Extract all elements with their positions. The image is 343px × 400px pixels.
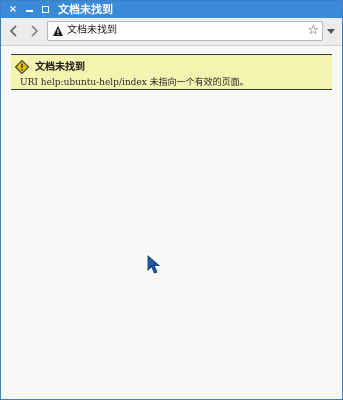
forward-button[interactable] <box>25 22 43 40</box>
forward-arrow-icon <box>31 25 39 37</box>
page-content: 文档未找到 URI help:ubuntu-help/index 未指向一个有效… <box>1 46 342 399</box>
close-symbol: × <box>8 3 18 15</box>
dropdown-triangle <box>327 28 335 34</box>
mouse-pointer-icon <box>147 255 161 274</box>
maximize-icon[interactable] <box>38 1 52 18</box>
notice-message: URI help:ubuntu-help/index 未指向一个有效的页面。 <box>20 78 249 88</box>
url-text: 文档未找到 <box>67 25 117 36</box>
toolbar: 文档未找到 ☆ <box>1 18 342 46</box>
chevron-down-icon[interactable] <box>325 24 337 38</box>
minimize-bar <box>25 9 33 12</box>
back-arrow-icon <box>9 25 17 37</box>
warning-triangle-icon <box>53 26 63 36</box>
error-notice: 文档未找到 URI help:ubuntu-help/index 未指向一个有效… <box>11 54 332 90</box>
url-bar[interactable]: 文档未找到 ☆ <box>47 21 323 41</box>
notice-title: 文档未找到 <box>35 62 85 73</box>
title-bar[interactable]: × 文档未找到 <box>1 1 342 18</box>
minimize-icon[interactable] <box>22 1 36 18</box>
warning-diamond-icon <box>15 60 29 74</box>
back-button[interactable] <box>5 22 23 40</box>
maximize-box <box>41 6 49 13</box>
star-icon[interactable]: ☆ <box>307 23 319 39</box>
window-title: 文档未找到 <box>58 3 113 16</box>
close-icon[interactable]: × <box>6 1 20 18</box>
help-browser-window: × 文档未找到 文档未找到 ☆ 文档未找到 URI help:ubuntu-he… <box>0 0 343 400</box>
